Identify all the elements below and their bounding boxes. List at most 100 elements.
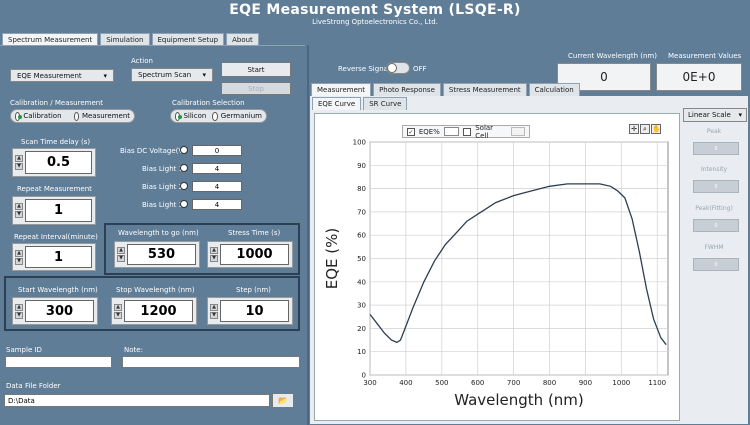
spin-up-icon[interactable]: ▲ [15, 203, 23, 210]
scan-select[interactable]: Spectrum Scan ▾ [131, 68, 213, 82]
tab-calculation[interactable]: Calculation [528, 83, 580, 96]
eqe-checkbox-icon[interactable]: ✓ [407, 127, 415, 136]
spin-up-icon[interactable]: ▲ [114, 303, 122, 311]
calibration-radio[interactable] [15, 111, 23, 121]
peak-fitting-label: Peak(Fitting) [695, 205, 733, 212]
cal-select-radio-group: Silicon Germanium [170, 109, 267, 123]
repeat-measurement-spinner[interactable]: ▲ ▼ [15, 203, 23, 218]
x-tick-label: 1000 [612, 379, 630, 387]
graph-tabs: EQE Curve SR Curve [312, 97, 408, 110]
y-tick-label: 10 [357, 348, 366, 356]
measurement-radio-label: Measurement [81, 112, 130, 120]
x-tick-label: 400 [399, 379, 412, 387]
step-control: ▲ ▼ 10 [207, 297, 293, 325]
y-tick-label: 60 [357, 232, 366, 240]
x-tick-label: 300 [363, 379, 376, 387]
data-folder-input[interactable]: D:\Data [4, 394, 270, 407]
bias-light2-input[interactable]: 4 [192, 181, 242, 192]
bias-light3-toggle[interactable] [180, 200, 188, 208]
spin-down-icon[interactable]: ▼ [15, 211, 23, 218]
germanium-radio[interactable] [212, 111, 218, 121]
wavelength-to-go-input[interactable]: 530 [127, 244, 196, 265]
spin-up-icon[interactable]: ▲ [117, 247, 125, 254]
intensity-button[interactable]: 0 [693, 180, 739, 193]
stress-time-spinner[interactable]: ▲ ▼ [210, 247, 218, 262]
silicon-radio[interactable] [175, 111, 183, 121]
scan-time-label: Scan Time delay (s) [21, 138, 91, 146]
bias-dc-input[interactable]: 0 [192, 145, 242, 156]
wavelength-to-go-spinner[interactable]: ▲ ▼ [117, 247, 125, 262]
step-spinner[interactable]: ▲ ▼ [210, 303, 218, 319]
spin-down-icon[interactable]: ▼ [117, 255, 125, 262]
tab-sr-curve[interactable]: SR Curve [363, 97, 408, 110]
bias-dc-toggle[interactable] [180, 146, 188, 154]
repeat-measurement-input[interactable]: 1 [25, 199, 92, 222]
spin-up-icon[interactable]: ▲ [210, 247, 218, 254]
tab-measurement[interactable]: Measurement [311, 83, 372, 96]
fwhm-button[interactable]: 0 [693, 258, 739, 271]
solar-checkbox-icon[interactable] [463, 127, 472, 136]
stop-button[interactable]: Stop [221, 82, 291, 95]
peak-fitting-button[interactable]: 0 [693, 219, 739, 232]
bias-light3-input[interactable]: 4 [192, 199, 242, 210]
start-wavelength-label: Start Wavelength (nm) [18, 286, 98, 294]
scan-time-spinner[interactable]: ▲ ▼ [15, 155, 23, 170]
spin-down-icon[interactable]: ▼ [15, 257, 23, 265]
measurement-radio[interactable] [73, 111, 79, 121]
crosshair-icon[interactable]: ✛ [629, 124, 639, 134]
legend-eqe-label: EQE% [418, 127, 440, 136]
pan-hand-icon[interactable]: ✋ [651, 124, 661, 134]
tab-eqe-curve[interactable]: EQE Curve [312, 97, 362, 110]
start-wavelength-control: ▲ ▼ 300 [12, 297, 98, 325]
scan-time-input[interactable]: 0.5 [25, 151, 92, 174]
start-wavelength-spinner[interactable]: ▲ ▼ [15, 303, 23, 319]
bias-light1-input[interactable]: 4 [192, 163, 242, 174]
stop-wavelength-label: Stop Wavelength (nm) [116, 286, 195, 294]
spin-up-icon[interactable]: ▲ [15, 249, 23, 257]
start-button[interactable]: Start [221, 62, 291, 77]
folder-icon[interactable]: 📂 [272, 393, 294, 408]
spin-up-icon[interactable]: ▲ [15, 303, 23, 311]
tab-stress-measurement[interactable]: Stress Measurement [442, 83, 527, 96]
bias-light1-toggle[interactable] [180, 164, 188, 172]
start-wavelength-input[interactable]: 300 [25, 300, 94, 322]
x-axis-label: Wavelength (nm) [454, 391, 584, 409]
zoom-icon[interactable]: ⌕ [640, 124, 650, 134]
x-tick-label: 700 [507, 379, 520, 387]
spin-down-icon[interactable]: ▼ [15, 311, 23, 319]
y-tick-label: 90 [357, 162, 366, 170]
spin-up-icon[interactable]: ▲ [210, 303, 218, 311]
tab-photo-response[interactable]: Photo Response [373, 83, 441, 96]
measurement-values-label: Measurement Values [668, 52, 742, 60]
stop-wavelength-spinner[interactable]: ▲ ▼ [114, 303, 122, 319]
peak-button[interactable]: 0 [693, 142, 739, 155]
step-input[interactable]: 10 [220, 300, 289, 322]
y-tick-label: 20 [357, 325, 366, 333]
bias-light2-toggle[interactable] [180, 182, 188, 190]
repeat-interval-input[interactable]: 1 [25, 246, 92, 268]
sample-id-label: Sample ID [6, 346, 42, 354]
scale-select[interactable]: Linear Scale ▾ [683, 108, 747, 122]
spin-down-icon[interactable]: ▼ [114, 311, 122, 319]
x-tick-label: 800 [543, 379, 556, 387]
spin-down-icon[interactable]: ▼ [15, 163, 23, 170]
repeat-interval-spinner[interactable]: ▲ ▼ [15, 249, 23, 265]
spin-up-icon[interactable]: ▲ [15, 155, 23, 162]
fwhm-label: FWHM [704, 244, 724, 251]
stop-wavelength-input[interactable]: 1200 [124, 300, 193, 322]
stress-time-input[interactable]: 1000 [220, 244, 289, 265]
scale-select-value: Linear Scale [688, 111, 731, 119]
measure-select[interactable]: EQE Measurement ▾ [10, 69, 114, 82]
bias-light1-label: Bias Light 1 [142, 165, 184, 173]
spin-down-icon[interactable]: ▼ [210, 311, 218, 319]
intensity-label: Intensity [700, 166, 728, 173]
data-folder-label: Data File Folder [6, 382, 61, 390]
note-input[interactable] [122, 356, 300, 368]
calibration-radio-label: Calibration [23, 112, 62, 120]
x-tick-label: 1100 [648, 379, 666, 387]
scan-select-value: Spectrum Scan [138, 71, 192, 79]
spin-down-icon[interactable]: ▼ [210, 255, 218, 262]
sub-tabs: Measurement Photo Response Stress Measur… [311, 83, 580, 96]
sample-id-input[interactable] [5, 356, 112, 368]
reverse-signal-toggle[interactable] [386, 62, 410, 74]
